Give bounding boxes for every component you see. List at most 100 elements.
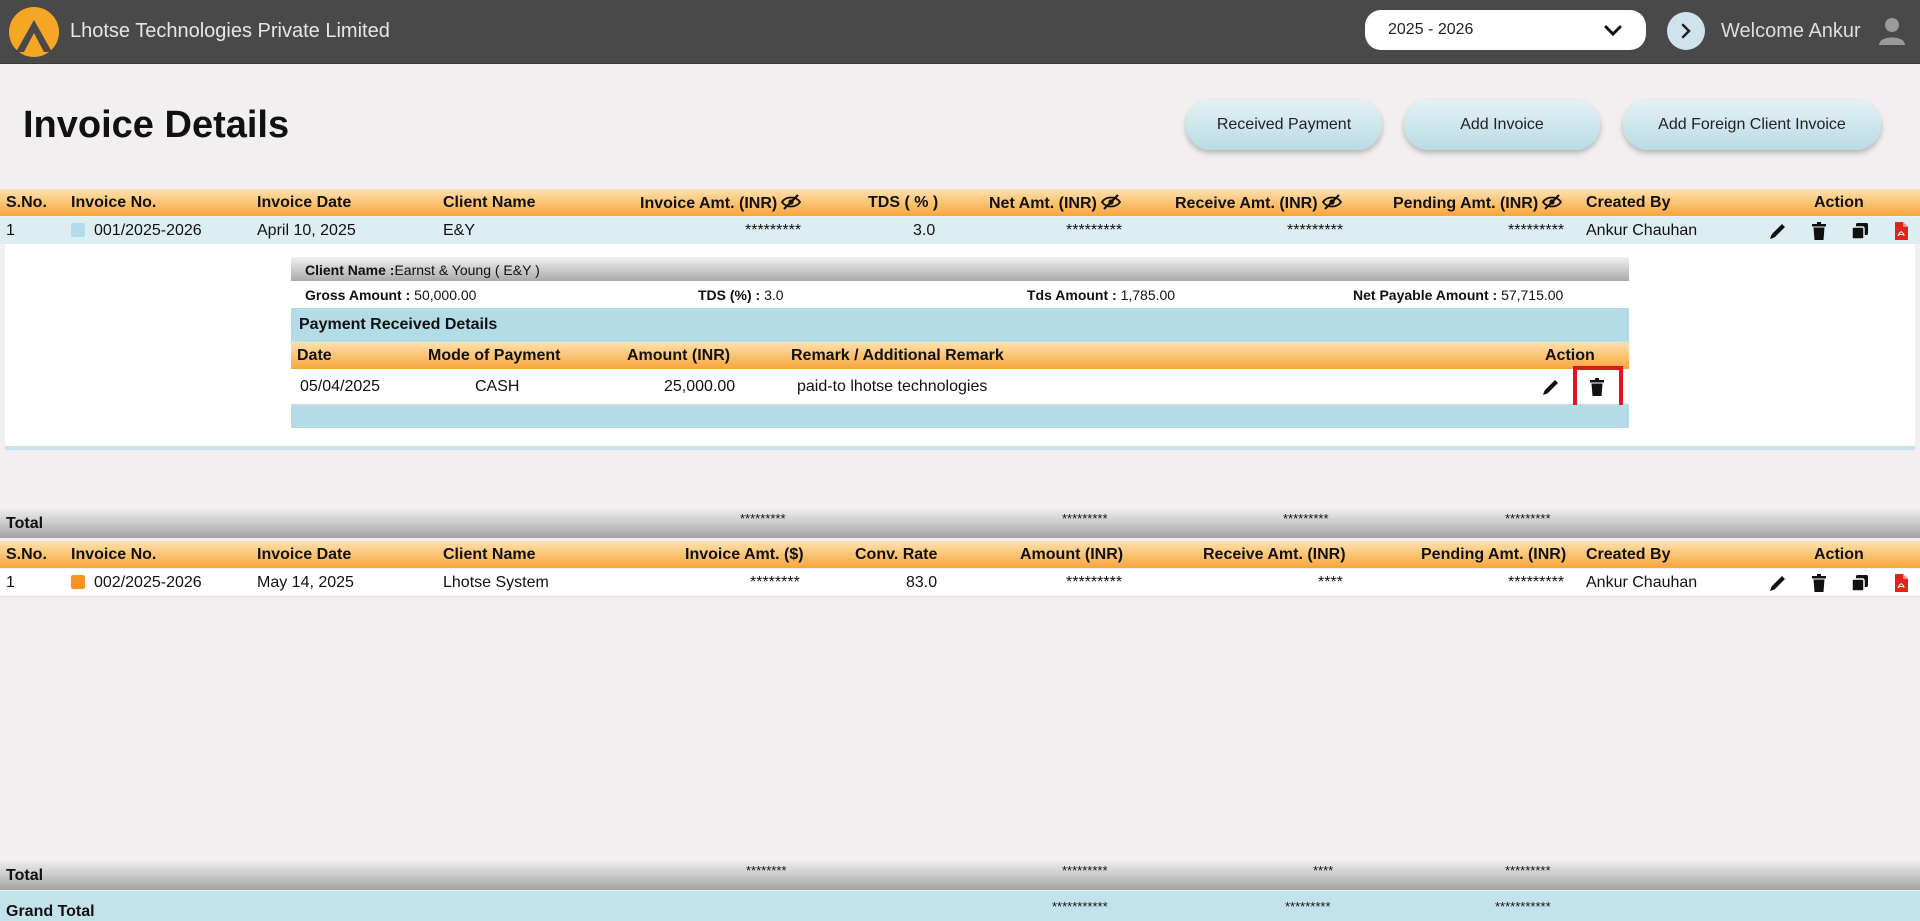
pdf-icon[interactable] xyxy=(1891,573,1911,593)
copy-icon[interactable] xyxy=(1850,221,1870,241)
table-row[interactable]: 1 002/2025-2026 May 14, 2025 Lhotse Syst… xyxy=(0,569,1920,597)
client-name-value: Earnst & Young ( E&Y ) xyxy=(394,262,540,278)
col-invoice-amt: Invoice Amt. (INR) xyxy=(640,194,802,213)
payment-amount: 25,000.00 xyxy=(664,378,736,395)
cell-conv-rate: 83.0 xyxy=(906,574,938,591)
col-created-by: Created By xyxy=(1586,194,1671,211)
edit-icon[interactable] xyxy=(1768,221,1788,241)
cell-client-name: Lhotse System xyxy=(443,574,549,591)
sidebar-toggle-button[interactable] xyxy=(1667,12,1705,50)
grand-total-row: Grand Total *********** ********* ******… xyxy=(0,891,1920,921)
col-client-name: Client Name xyxy=(443,194,536,211)
payment-received-title: Payment Received Details xyxy=(299,316,498,333)
col-receive-amt: Receive Amt. (INR) xyxy=(1203,546,1346,563)
col-action: Action xyxy=(1814,194,1864,211)
cell-amount-inr: ********* xyxy=(1066,574,1123,591)
payment-mode: CASH xyxy=(475,378,520,395)
total-amount-inr: ********* xyxy=(1062,863,1108,878)
add-foreign-client-invoice-button[interactable]: Add Foreign Client Invoice xyxy=(1623,100,1881,150)
col-sno: S.No. xyxy=(6,546,47,563)
total-pending-amt: ********* xyxy=(1505,863,1551,878)
user-icon[interactable] xyxy=(1877,16,1907,46)
foreign-total-row: Total ******** ********* **** ********* xyxy=(0,858,1920,890)
cell-receive-amt: **** xyxy=(1318,574,1343,591)
delete-icon[interactable] xyxy=(1809,221,1829,241)
eye-slash-icon[interactable] xyxy=(1100,194,1121,210)
col-invoice-amt-usd: Invoice Amt. ($) xyxy=(685,546,804,563)
eye-slash-icon[interactable] xyxy=(781,194,802,210)
col-receive-amt: Receive Amt. (INR) xyxy=(1175,194,1342,213)
add-invoice-button[interactable]: Add Invoice xyxy=(1404,100,1600,150)
cell-invoice-date: April 10, 2025 xyxy=(257,222,356,239)
received-payment-button[interactable]: Received Payment xyxy=(1186,100,1382,150)
col-payment-action: Action xyxy=(1545,347,1595,364)
cell-tds: 3.0 xyxy=(913,222,936,239)
fiscal-year-value: 2025 - 2026 xyxy=(1388,21,1474,38)
payment-table-header: Date Mode of Payment Amount (INR) Remark… xyxy=(291,342,1629,369)
col-net-amt: Net Amt. (INR) xyxy=(989,194,1121,213)
total-invoice-amt-usd: ******** xyxy=(746,863,787,878)
cell-invoice-date: May 14, 2025 xyxy=(257,574,354,591)
payment-date: 05/04/2025 xyxy=(300,378,381,395)
table-row[interactable]: 1 001/2025-2026 April 10, 2025 E&Y *****… xyxy=(0,217,1920,244)
company-name: Lhotse Technologies Private Limited xyxy=(70,20,390,42)
domestic-table-header: S.No. Invoice No. Invoice Date Client Na… xyxy=(0,189,1920,216)
total-net-amt: ********* xyxy=(1062,511,1108,526)
client-name-label: Client Name : xyxy=(305,262,395,278)
col-tds: TDS ( % ) xyxy=(868,194,939,211)
delete-icon[interactable] xyxy=(1809,573,1829,593)
chevron-down-icon xyxy=(1604,25,1622,37)
cell-net-amt: ********* xyxy=(1066,222,1123,239)
foreign-table-header: S.No. Invoice No. Invoice Date Client Na… xyxy=(0,541,1920,568)
col-sno: S.No. xyxy=(6,194,47,211)
status-indicator xyxy=(71,575,85,589)
cell-created-by: Ankur Chauhan xyxy=(1586,574,1698,591)
col-invoice-no: Invoice No. xyxy=(71,194,157,211)
cell-pending-amt: ********* xyxy=(1508,222,1565,239)
payment-row[interactable]: 05/04/2025 CASH 25,000.00 paid-to lhotse… xyxy=(291,370,1629,405)
pdf-icon[interactable] xyxy=(1891,221,1911,241)
total-receive-amt: ********* xyxy=(1283,511,1329,526)
cell-created-by: Ankur Chauhan xyxy=(1586,222,1698,239)
chevron-right-icon xyxy=(1681,23,1691,39)
top-bar: Lhotse Technologies Private Limited 2025… xyxy=(0,0,1920,64)
total-receive-amt: **** xyxy=(1313,863,1334,878)
col-remark: Remark / Additional Remark xyxy=(791,347,1004,364)
grand-total-receive-amt: ********* xyxy=(1285,899,1331,914)
col-pending-amt: Pending Amt. (INR) xyxy=(1421,546,1567,563)
col-action: Action xyxy=(1814,546,1864,563)
tds-percent: TDS (%) : 3.0 xyxy=(698,287,784,303)
eye-slash-icon[interactable] xyxy=(1321,194,1342,210)
net-payable-amount: Net Payable Amount : 57,715.00 xyxy=(1353,287,1564,303)
status-indicator xyxy=(71,223,85,237)
col-payment-date: Date xyxy=(297,347,332,364)
cell-invoice-no[interactable]: 002/2025-2026 xyxy=(94,574,202,592)
col-amount-inr: Amount (INR) xyxy=(1020,546,1124,563)
col-payment-amount: Amount (INR) xyxy=(627,347,731,364)
grand-total-label: Grand Total xyxy=(6,903,95,920)
grand-total-amount: *********** xyxy=(1052,899,1108,914)
cell-invoice-amt-usd: ******** xyxy=(750,574,800,591)
page-title: Invoice Details xyxy=(23,104,290,146)
total-label: Total xyxy=(6,515,44,532)
cell-pending-amt: ********* xyxy=(1508,574,1565,591)
grand-total-pending-amt: *********** xyxy=(1495,899,1551,914)
eye-slash-icon[interactable] xyxy=(1542,194,1563,210)
col-invoice-date: Invoice Date xyxy=(257,546,352,563)
col-pending-amt: Pending Amt. (INR) xyxy=(1393,194,1563,213)
total-label: Total xyxy=(6,867,44,884)
col-invoice-date: Invoice Date xyxy=(257,194,352,211)
cell-client-name: E&Y xyxy=(443,222,476,239)
edit-icon[interactable] xyxy=(1768,573,1788,593)
copy-icon[interactable] xyxy=(1850,573,1870,593)
col-created-by: Created By xyxy=(1586,546,1671,563)
cell-sno: 1 xyxy=(6,222,15,239)
col-conv-rate: Conv. Rate xyxy=(855,546,938,563)
company-logo-icon xyxy=(9,7,59,57)
fiscal-year-select[interactable]: 2025 - 2026 xyxy=(1365,10,1646,50)
col-invoice-no: Invoice No. xyxy=(71,546,157,563)
gross-amount: Gross Amount : 50,000.00 xyxy=(305,287,477,303)
edit-payment-icon[interactable] xyxy=(1541,377,1561,397)
payment-table-footer xyxy=(291,405,1629,428)
cell-invoice-no[interactable]: 001/2025-2026 xyxy=(94,222,202,240)
